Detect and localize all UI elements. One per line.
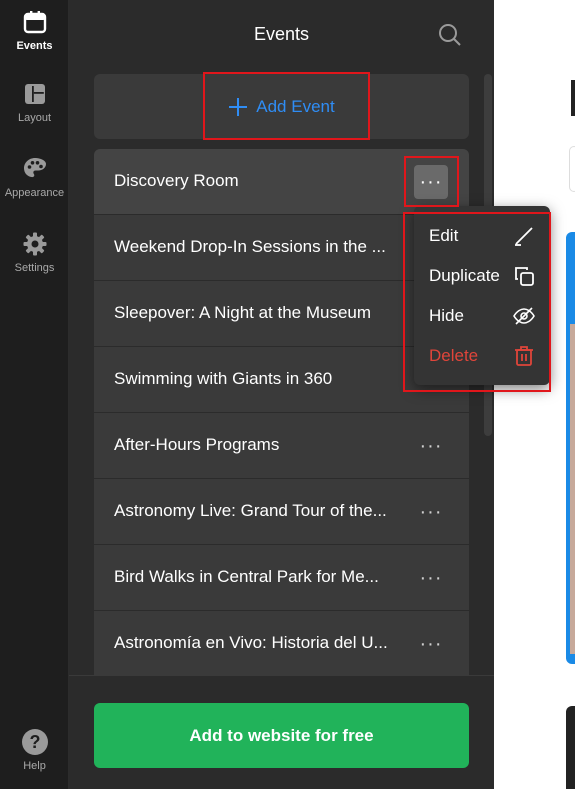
menu-item-duplicate[interactable]: Duplicate — [414, 256, 550, 296]
preview-event-card — [566, 232, 575, 664]
plus-icon — [229, 97, 248, 116]
event-row[interactable]: Astronomy Live: Grand Tour of the... ··· — [94, 479, 469, 545]
event-row[interactable]: After-Hours Programs ··· — [94, 413, 469, 479]
preview-event-card — [566, 706, 575, 789]
menu-item-delete[interactable]: Delete — [414, 336, 550, 376]
more-options-button[interactable]: ··· — [414, 495, 448, 529]
rail-item-events[interactable]: Events — [0, 8, 69, 52]
event-row[interactable]: Discovery Room ··· — [94, 149, 469, 215]
event-title: Astronomy Live: Grand Tour of the... — [114, 501, 387, 520]
event-title: Sleepover: A Night at the Museum — [114, 303, 372, 322]
add-event-label: Add Event — [256, 96, 335, 116]
rail-label-events: Events — [16, 40, 53, 52]
event-row[interactable]: Swimming with Giants in 360 — [94, 347, 469, 413]
more-options-button[interactable]: ··· — [414, 165, 448, 199]
rail-item-help[interactable]: ? Help — [0, 728, 69, 772]
more-options-button[interactable]: ··· — [414, 627, 448, 661]
help-icon: ? — [21, 728, 49, 756]
calendar-icon — [21, 8, 49, 36]
rail-label-help: Help — [23, 760, 46, 772]
event-title: Bird Walks in Central Park for Me... — [114, 567, 379, 586]
layout-icon — [21, 80, 49, 108]
menu-item-hide[interactable]: Hide — [414, 296, 550, 336]
more-options-button[interactable]: ··· — [414, 429, 448, 463]
gear-icon — [21, 230, 49, 258]
pencil-icon — [515, 227, 533, 246]
panel-title: Events — [253, 24, 310, 44]
menu-label-hide: Hide — [429, 306, 464, 325]
menu-label-delete: Delete — [429, 346, 479, 365]
event-row[interactable]: Weekend Drop-In Sessions in the ... — [94, 215, 469, 281]
rail-label-appearance: Appearance — [4, 187, 65, 199]
event-title: After-Hours Programs — [114, 435, 280, 454]
menu-label-duplicate: Duplicate — [429, 266, 500, 285]
menu-label-edit: Edit — [429, 226, 459, 245]
event-context-menu: Edit Duplicate Hide Delete — [414, 206, 550, 385]
event-title: Weekend Drop-In Sessions in the ... — [114, 237, 386, 256]
event-row[interactable]: Sleepover: A Night at the Museum — [94, 281, 469, 347]
duplicate-icon — [515, 267, 534, 286]
event-row[interactable]: Astronomía en Vivo: Historia del U... ··… — [94, 611, 469, 675]
preview-heading — [571, 80, 575, 116]
event-title: Swimming with Giants in 360 — [114, 369, 333, 388]
search-icon — [439, 24, 461, 46]
event-title: Discovery Room — [114, 171, 239, 190]
rail-item-settings[interactable]: Settings — [0, 230, 69, 274]
more-options-button[interactable]: ··· — [414, 561, 448, 595]
rail-label-layout: Layout — [17, 112, 52, 124]
menu-item-edit[interactable]: Edit — [414, 216, 550, 256]
help-glyph: ? — [29, 732, 40, 752]
events-panel: Events Add Event Discovery Room ··· Week… — [69, 0, 494, 789]
website-preview — [494, 0, 575, 789]
eye-off-icon — [513, 307, 535, 325]
preview-event-image — [570, 324, 575, 654]
search-button[interactable] — [437, 22, 463, 48]
event-row[interactable]: Bird Walks in Central Park for Me... ··· — [94, 545, 469, 611]
trash-icon — [515, 346, 533, 366]
event-title: Astronomía en Vivo: Historia del U... — [114, 633, 388, 652]
rail-item-appearance[interactable]: Appearance — [0, 155, 69, 199]
palette-icon — [21, 155, 49, 183]
rail-label-settings: Settings — [14, 262, 55, 274]
left-rail: Events Layout Appearance Settings ? Help — [0, 0, 69, 789]
add-event-button[interactable]: Add Event — [94, 74, 469, 139]
preview-search-field — [569, 146, 575, 192]
rail-item-layout[interactable]: Layout — [0, 80, 69, 124]
panel-footer: Add to website for free — [69, 675, 494, 789]
add-to-website-button[interactable]: Add to website for free — [94, 703, 469, 768]
events-list: Discovery Room ··· Weekend Drop-In Sessi… — [94, 149, 469, 675]
